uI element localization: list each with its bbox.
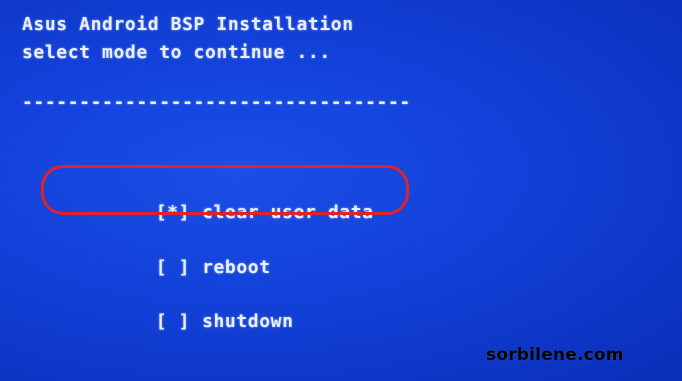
option-label: reboot: [202, 257, 271, 278]
bsp-installation-screen: Asus Android BSP Installation select mod…: [0, 0, 682, 381]
option-checkbox: [ ]: [155, 257, 191, 278]
option-checkbox: [ ]: [155, 311, 191, 332]
menu-option-shutdown[interactable]: [ ] shutdown: [110, 290, 294, 353]
separator-line: ----------------------------------: [22, 92, 411, 113]
red-highlight-ellipse: [41, 165, 409, 215]
watermark-text: sorbilene.com: [486, 345, 624, 365]
screen-subtitle: select mode to continue ...: [22, 42, 331, 63]
option-label: shutdown: [202, 311, 294, 332]
screen-title: Asus Android BSP Installation: [22, 14, 354, 35]
